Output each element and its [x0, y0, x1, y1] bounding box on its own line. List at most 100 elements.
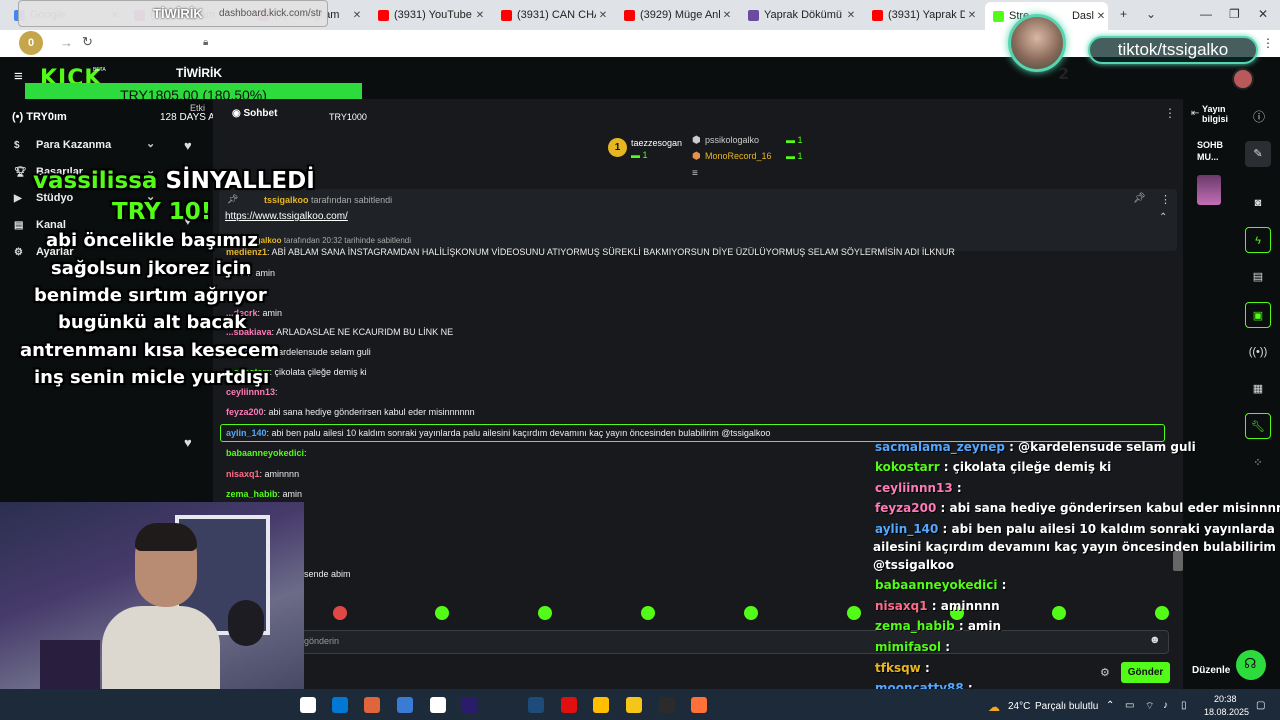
minimize-button[interactable]: —	[1200, 7, 1212, 21]
browser-tab[interactable]: Yaprak Dökümü 78. Böl✕	[740, 4, 858, 26]
firefox-icon[interactable]	[691, 697, 707, 713]
volume-icon[interactable]: ♪	[1163, 700, 1168, 711]
emoji-icon[interactable]: ☻	[1149, 634, 1161, 646]
chat-input[interactable]	[300, 630, 1169, 654]
emote-icon[interactable]	[435, 606, 449, 620]
broadcast-icon[interactable]: ((•))	[1245, 339, 1271, 365]
leaderboard-name[interactable]: MonoRecord_16	[705, 151, 772, 161]
chat-settings-icon[interactable]: ⚙	[1100, 666, 1110, 679]
emote-icon[interactable]	[538, 606, 552, 620]
weather-icon: ☁	[988, 700, 1000, 714]
chat-username[interactable]: zema_habib	[226, 489, 278, 499]
close-tab-icon[interactable]: ✕	[473, 10, 487, 21]
chevron-down-icon[interactable]: ⌄	[1146, 7, 1156, 21]
clock-date[interactable]: 18.08.2025	[1204, 707, 1249, 717]
battery-icon[interactable]: ▯	[1181, 700, 1187, 711]
folder-icon[interactable]	[626, 697, 642, 713]
browser-menu-icon[interactable]: ⋮	[1262, 36, 1274, 50]
more-options-icon[interactable]: ⋮	[1164, 106, 1176, 120]
edit-button[interactable]: Düzenle	[1192, 665, 1230, 676]
leaderboard-name[interactable]: pssikologalko	[705, 135, 759, 145]
premiere-icon[interactable]	[462, 697, 478, 713]
chat-message: medienz1: ABİ ABLAM SANA İNSTAGRAMDAN HA…	[226, 247, 955, 257]
maximize-button[interactable]: ❐	[1229, 7, 1240, 21]
chrome-icon[interactable]	[593, 697, 609, 713]
expand-icon[interactable]: ≡	[692, 168, 698, 179]
document-icon[interactable]: ▤	[1245, 264, 1271, 290]
stream-thumbnail[interactable]	[1197, 175, 1221, 205]
chat-username[interactable]: nisaxq1	[226, 469, 260, 479]
info-icon[interactable]: ⓘ	[1253, 108, 1265, 125]
browser-tab[interactable]: (3931) Yaprak Dökümü✕	[864, 4, 979, 26]
close-tab-icon[interactable]: ✕	[596, 10, 610, 21]
tab-sohbet[interactable]: ◉ Sohbet	[232, 108, 277, 119]
reload-icon[interactable]: ↻	[82, 34, 93, 50]
lightning-icon[interactable]: ϟ	[1245, 227, 1271, 253]
sidebar-item-para-kazanma[interactable]: $ Para Kazanma ⌄	[14, 138, 155, 151]
pinned-options-icon[interactable]: ⋮	[1160, 193, 1171, 206]
overlay-chat-line: ailesini kaçırdım devamını kaç yayın önc…	[873, 540, 1276, 554]
heart-icon[interactable]: ♥	[184, 138, 192, 153]
close-tab-icon[interactable]: ✕	[350, 10, 364, 21]
weather-temp[interactable]: 24°C	[1008, 701, 1030, 712]
chat-icon[interactable]: ▣	[1245, 302, 1271, 328]
send-button[interactable]: Gönder	[1121, 662, 1170, 683]
hamburger-menu-icon[interactable]: ≡	[14, 68, 23, 85]
tray-chevron-icon[interactable]: ⌃	[1106, 700, 1114, 711]
collapse-icon[interactable]: ⇤	[1191, 108, 1199, 119]
photoshop-icon[interactable]	[528, 697, 544, 713]
overlay-chat-text: abi ben palu ailesi 10 kaldım sonraki ya…	[951, 522, 1280, 536]
apps-icon[interactable]: ⁘	[1245, 450, 1271, 476]
pin-icon: 📌︎	[227, 194, 239, 204]
close-tab-icon[interactable]: ✕	[965, 10, 979, 21]
explorer-icon[interactable]	[300, 697, 316, 713]
pinned-link[interactable]: https://www.tssigalkoo.com/	[225, 211, 348, 222]
forward-icon[interactable]: →	[60, 35, 73, 50]
stream-info-label[interactable]: Yayın bilgisi	[1202, 104, 1228, 124]
heart-icon[interactable]: ♥	[184, 435, 192, 450]
wrench-icon[interactable]: 🔧︎	[1245, 413, 1271, 439]
chat-username[interactable]: feyza200	[226, 407, 264, 417]
emote-icon[interactable]	[1052, 606, 1066, 620]
new-tab-button[interactable]: +	[1120, 7, 1127, 21]
emote-icon[interactable]	[333, 606, 347, 620]
capcut-icon[interactable]	[430, 697, 446, 713]
chat-username[interactable]: aylin_140	[226, 428, 267, 438]
app-icon[interactable]	[364, 697, 380, 713]
browser-tab[interactable]: (3931) CAN CHAPLIN E✕	[493, 4, 610, 26]
channel-icon: ▤	[14, 219, 24, 231]
emote-icon[interactable]	[1155, 606, 1169, 620]
leaderboard-name[interactable]: taezzesogan	[631, 138, 682, 148]
close-window-button[interactable]: ✕	[1258, 7, 1268, 21]
edit-icon[interactable]: ✎	[1245, 141, 1271, 167]
layout-icon[interactable]: ▦	[1245, 376, 1271, 402]
scrollbar[interactable]	[1173, 551, 1183, 571]
address-url[interactable]: dashboard.kick.com/str	[219, 8, 322, 19]
opera-icon[interactable]	[561, 697, 577, 713]
chat-username[interactable]: babaanneyokedici	[226, 448, 304, 458]
emote-icon[interactable]	[744, 606, 758, 620]
unpin-icon[interactable]: 📌︎	[1133, 193, 1146, 204]
notification-icon[interactable]: ▢	[1256, 700, 1265, 711]
network-icon[interactable]: ⌔	[1145, 700, 1154, 713]
pinned-time: tssigalkoo tarafından 20:32 tarihinde sa…	[242, 236, 411, 245]
chevron-up-icon[interactable]: ⌃	[1159, 212, 1167, 223]
emote-icon[interactable]	[847, 606, 861, 620]
avatar[interactable]	[1232, 68, 1254, 90]
emote-icon[interactable]	[641, 606, 655, 620]
obs-icon[interactable]	[659, 697, 675, 713]
browser-tab[interactable]: (3931) YouTube ✕	[370, 4, 487, 26]
store-icon[interactable]	[397, 697, 413, 713]
close-tab-icon[interactable]: ✕	[1094, 11, 1108, 22]
outlook-icon[interactable]	[332, 697, 348, 713]
close-tab-icon[interactable]: ✕	[844, 10, 858, 21]
chat-username[interactable]: ceyliinnn13	[226, 387, 275, 397]
tray-app-icon[interactable]: ▭	[1125, 700, 1134, 711]
close-tab-icon[interactable]: ✕	[720, 10, 734, 21]
clock-time[interactable]: 20:38	[1214, 694, 1237, 704]
weather-text[interactable]: Parçalı bulutlu	[1035, 701, 1098, 712]
rank-badge: 1	[608, 138, 627, 157]
camera-icon[interactable]: ◙	[1245, 190, 1271, 216]
chevron-down-icon[interactable]: ⌄	[146, 137, 155, 150]
browser-tab[interactable]: (3929) Müge Anlı ile Tat✕	[616, 4, 734, 26]
